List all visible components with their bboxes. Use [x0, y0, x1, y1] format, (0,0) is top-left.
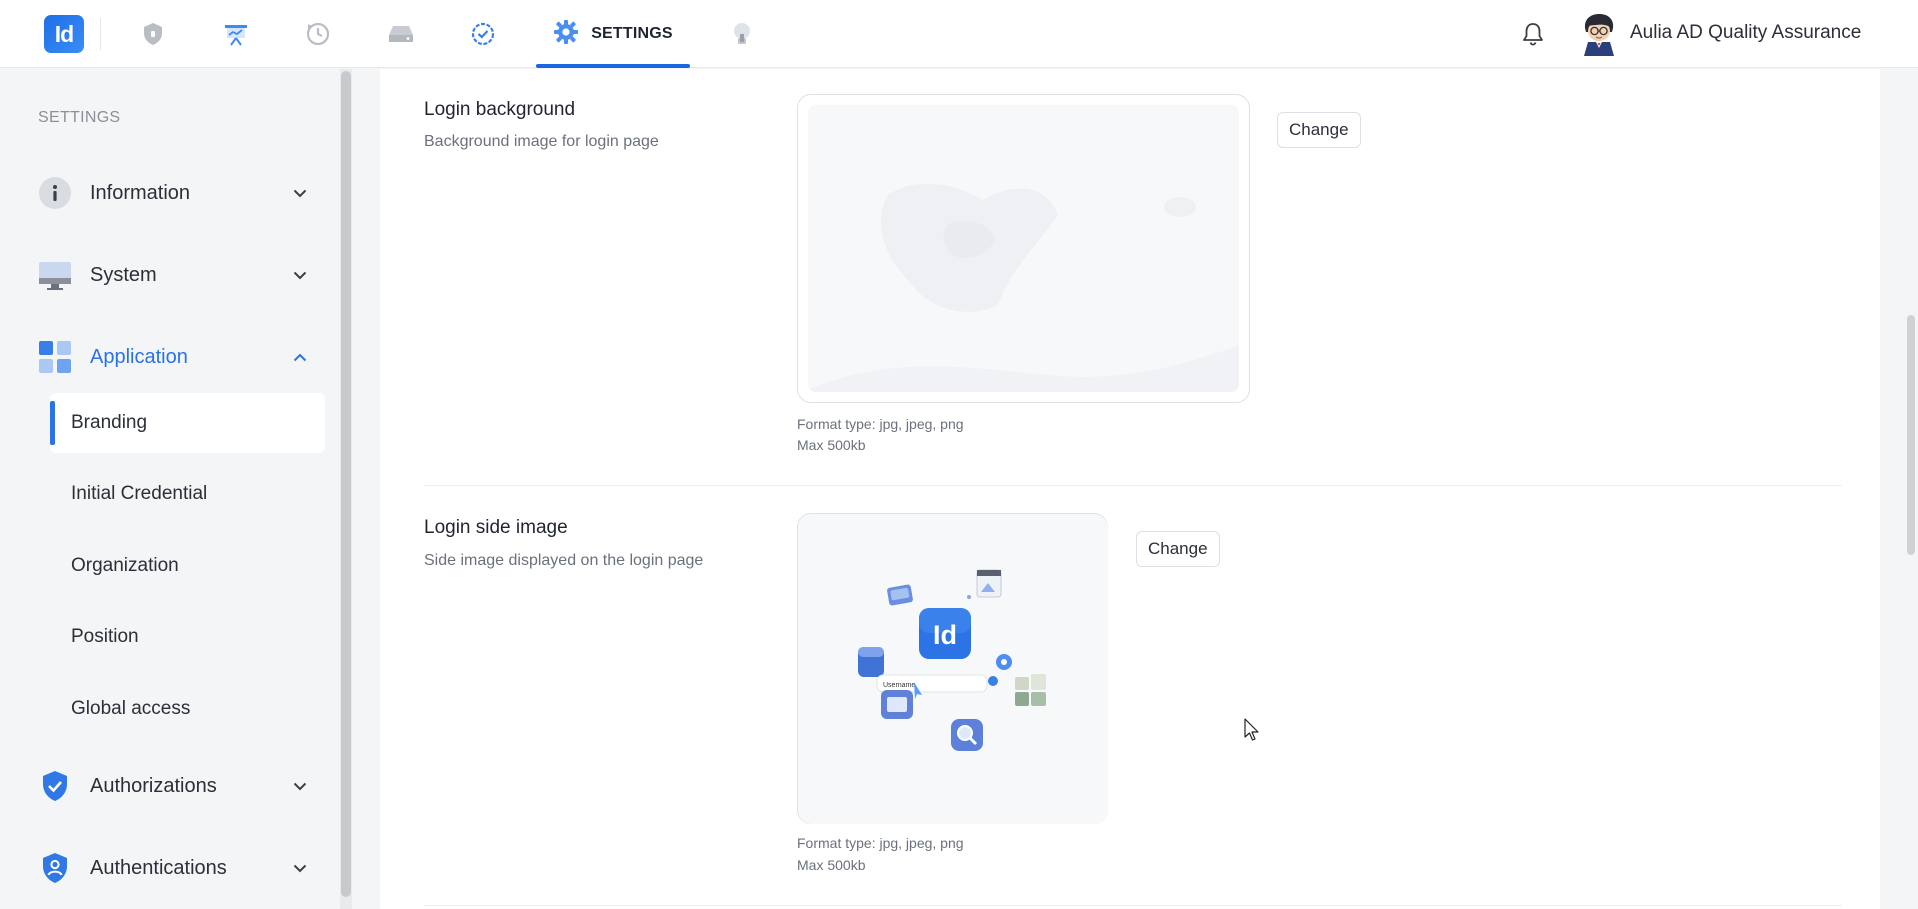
row-divider — [424, 485, 1842, 486]
mouse-cursor-icon — [1244, 718, 1260, 747]
sidebar-heading: SETTINGS — [38, 109, 121, 126]
main-scrollbar-thumb[interactable] — [1907, 315, 1915, 555]
sidebar-item-label: Application — [90, 345, 188, 368]
login-background-description: Background image for login page — [424, 133, 659, 150]
grid-icon — [38, 340, 72, 374]
illustration-logo-text: Id — [933, 620, 957, 650]
gear-icon — [553, 19, 579, 50]
change-login-background-button[interactable]: Change — [1277, 112, 1361, 148]
active-tab-indicator — [536, 64, 690, 68]
tab-settings-label: SETTINGS — [591, 25, 673, 42]
login-background-format-hint: Format type: jpg, jpeg, png — [797, 416, 964, 432]
sidebar-item-authorizations[interactable]: Authorizations — [38, 766, 310, 806]
notification-bell-icon[interactable] — [1519, 20, 1547, 48]
shield-icon[interactable] — [137, 18, 169, 50]
chevron-down-icon — [290, 183, 310, 203]
login-background-image — [808, 105, 1239, 392]
presentation-icon[interactable] — [220, 18, 252, 50]
chevron-down-icon — [290, 776, 310, 796]
sidebar-subitem-position[interactable]: Position — [50, 607, 325, 667]
chevron-down-icon — [290, 265, 310, 285]
history-icon[interactable] — [302, 18, 334, 50]
login-side-image-title: Login side image — [424, 517, 568, 538]
sidebar-scrollbar-thumb[interactable] — [341, 71, 351, 897]
sidebar-item-label: Authorizations — [90, 774, 217, 797]
sidebar-scrollbar[interactable] — [340, 69, 352, 909]
sidebar-item-system[interactable]: System — [38, 255, 310, 295]
settings-content: Login background Background image for lo… — [380, 69, 1880, 909]
main-scrollbar[interactable] — [1904, 69, 1918, 909]
sidebar-item-application[interactable]: Application — [38, 337, 310, 377]
login-side-image-size-hint: Max 500kb — [797, 857, 866, 873]
login-background-size-hint: Max 500kb — [797, 437, 866, 453]
sidebar-item-label: System — [90, 263, 157, 286]
topbar-divider — [100, 18, 101, 50]
sidebar-subitem-initial-credential[interactable]: Initial Credential — [50, 464, 325, 524]
app-logo[interactable]: Id — [44, 15, 84, 53]
shield-check-icon — [38, 769, 72, 803]
sidebar-item-authentications[interactable]: Authentications — [38, 848, 310, 888]
check-badge-icon[interactable] — [467, 18, 499, 50]
login-background-title: Login background — [424, 99, 576, 120]
login-side-image: Id Username — [798, 514, 1108, 824]
sidebar-subitem-organization[interactable]: Organization — [50, 536, 325, 596]
drive-icon[interactable] — [385, 18, 417, 50]
login-side-image-format-hint: Format type: jpg, jpeg, png — [797, 835, 964, 851]
user-name[interactable]: Aulia AD Quality Assurance — [1630, 22, 1861, 44]
change-login-side-image-button[interactable]: Change — [1136, 531, 1220, 567]
monitor-icon — [38, 258, 72, 292]
chevron-down-icon — [290, 858, 310, 878]
top-navigation-bar: Id SETTINGS Aulia AD Quality Assurance — [0, 0, 1918, 68]
sidebar-item-label: Authentications — [90, 856, 227, 879]
sidebar: SETTINGS Information System Application … — [0, 69, 352, 909]
info-icon — [38, 176, 72, 210]
login-side-image-description: Side image displayed on the login page — [424, 552, 704, 569]
login-background-preview — [797, 94, 1250, 403]
sidebar-subitem-branding[interactable]: Branding — [50, 393, 325, 453]
sidebar-item-information[interactable]: Information — [38, 173, 310, 213]
sidebar-subitem-global-access[interactable]: Global access — [50, 679, 325, 739]
shield-user-icon — [38, 851, 72, 885]
avatar[interactable] — [1578, 12, 1620, 56]
tab-settings[interactable]: SETTINGS — [536, 0, 690, 68]
sidebar-item-label: Information — [90, 181, 191, 204]
login-side-image-preview: Id Username — [797, 513, 1108, 824]
row-divider — [424, 905, 1842, 906]
illustration-username-text: Username — [883, 682, 915, 689]
lightbulb-icon[interactable] — [726, 18, 758, 50]
chevron-up-icon — [290, 347, 310, 367]
